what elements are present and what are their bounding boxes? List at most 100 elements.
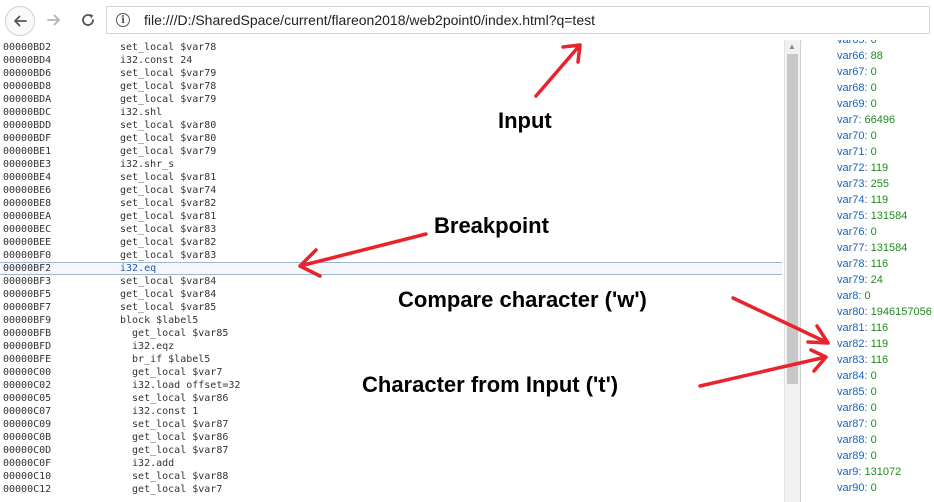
variable-name: var66: — [837, 50, 868, 62]
variable-name: var9: — [837, 466, 862, 478]
code-instruction: get_local $var87 — [120, 445, 229, 456]
code-line[interactable]: 00000C12 get_local $var7 — [0, 483, 782, 496]
code-line[interactable]: 00000C0F i32.add — [0, 457, 782, 470]
code-line[interactable]: 00000BD6 set_local $var79 — [0, 67, 782, 80]
url-text[interactable]: file:///D:/SharedSpace/current/flareon20… — [144, 12, 595, 28]
code-line[interactable]: 00000C10 set_local $var88 — [0, 470, 782, 483]
code-address[interactable]: 00000C07 — [3, 405, 51, 418]
breakpoint-line[interactable]: 00000BF2 i32.eq — [0, 262, 782, 275]
code-address[interactable]: 00000C02 — [3, 379, 51, 392]
back-button[interactable] — [5, 6, 35, 36]
code-address[interactable]: 00000BEA — [3, 210, 51, 223]
code-line[interactable]: 00000BD2 set_local $var78 — [0, 41, 782, 54]
code-line[interactable]: 00000C07 i32.const 1 — [0, 405, 782, 418]
variable-name: var72: — [837, 162, 868, 174]
code-address[interactable]: 00000BF5 — [3, 288, 51, 301]
variable-value: 255 — [870, 178, 889, 190]
code-address[interactable]: 00000BFE — [3, 353, 51, 366]
code-address[interactable]: 00000BD6 — [3, 67, 51, 80]
code-address[interactable]: 00000BDA — [3, 93, 51, 106]
code-address[interactable]: 00000BF0 — [3, 249, 51, 262]
code-address[interactable]: 00000BDC — [3, 106, 51, 119]
code-address[interactable]: 00000BF2 — [3, 263, 51, 274]
code-address[interactable]: 00000BF7 — [3, 301, 51, 314]
variable-row: var78: 116 — [837, 256, 888, 272]
forward-button[interactable] — [40, 6, 68, 34]
code-line[interactable]: 00000BF3 set_local $var84 — [0, 275, 782, 288]
code-address[interactable]: 00000C05 — [3, 392, 51, 405]
code-address[interactable]: 00000BF9 — [3, 314, 51, 327]
code-address[interactable]: 00000BD8 — [3, 80, 51, 93]
code-line[interactable]: 00000BE3 i32.shr_s — [0, 158, 782, 171]
code-line[interactable]: 00000C0B get_local $var86 — [0, 431, 782, 444]
variables-pane[interactable]: var65: 0 var66: 88 var67: 0 var68: 0 var69: … — [802, 40, 934, 502]
code-address[interactable]: 00000BE6 — [3, 184, 51, 197]
code-line[interactable]: 00000BE6 get_local $var74 — [0, 184, 782, 197]
code-line[interactable]: 00000BFB get_local $var85 — [0, 327, 782, 340]
code-address[interactable]: 00000BEE — [3, 236, 51, 249]
code-line[interactable]: 00000BE4 set_local $var81 — [0, 171, 782, 184]
variable-name: var85: — [837, 386, 868, 398]
code-address[interactable]: 00000C0B — [3, 431, 51, 444]
code-address[interactable]: 00000BDD — [3, 119, 51, 132]
code-line[interactable]: 00000BD4 i32.const 24 — [0, 54, 782, 67]
code-line[interactable]: 00000BEE get_local $var82 — [0, 236, 782, 249]
variable-row: var82: 119 — [837, 336, 888, 352]
code-address[interactable]: 00000BD4 — [3, 54, 51, 67]
code-line[interactable]: 00000BE1 get_local $var79 — [0, 145, 782, 158]
code-line[interactable]: 00000BFD i32.eqz — [0, 340, 782, 353]
code-line[interactable]: 00000C09 set_local $var87 — [0, 418, 782, 431]
code-address[interactable]: 00000BFB — [3, 327, 51, 340]
code-address[interactable]: 00000BEC — [3, 223, 51, 236]
code-address[interactable]: 00000BE4 — [3, 171, 51, 184]
scroll-up-icon[interactable]: ▲ — [788, 42, 796, 51]
code-line[interactable]: 00000BD8 get_local $var78 — [0, 80, 782, 93]
code-line[interactable]: 00000BF7 set_local $var85 — [0, 301, 782, 314]
code-scrollbar[interactable]: ▲ — [784, 40, 800, 502]
variable-value: 119 — [870, 162, 889, 174]
variable-name: var75: — [837, 210, 868, 222]
code-address[interactable]: 00000C0F — [3, 457, 51, 470]
code-line[interactable]: 00000BFE br_if $label5 — [0, 353, 782, 366]
code-address[interactable]: 00000C0D — [3, 444, 51, 457]
reload-button[interactable] — [74, 6, 102, 34]
code-address[interactable]: 00000BF3 — [3, 275, 51, 288]
code-instruction: get_local $var82 — [120, 237, 217, 248]
code-address[interactable]: 00000BDF — [3, 132, 51, 145]
code-address[interactable]: 00000BE8 — [3, 197, 51, 210]
code-line[interactable]: 00000C0D get_local $var87 — [0, 444, 782, 457]
scroll-thumb[interactable] — [787, 54, 798, 384]
code-line[interactable]: 00000BDF get_local $var80 — [0, 132, 782, 145]
address-bar[interactable]: i file:///D:/SharedSpace/current/flareon… — [106, 6, 930, 34]
code-address[interactable]: 00000BFD — [3, 340, 51, 353]
code-instruction: i32.load offset=32 — [120, 380, 241, 391]
code-line[interactable]: 00000BDD set_local $var80 — [0, 119, 782, 132]
code-instruction: set_local $var84 — [120, 276, 217, 287]
variable-name: var88: — [837, 434, 868, 446]
wasm-code-pane[interactable]: 00000BD2 set_local $var78 00000BD4 i32.cons… — [0, 40, 784, 502]
code-address[interactable]: 00000C12 — [3, 483, 51, 496]
code-address[interactable]: 00000C09 — [3, 418, 51, 431]
code-instruction: i32.const 1 — [120, 406, 199, 417]
code-line[interactable]: 00000BF5 get_local $var84 — [0, 288, 782, 301]
code-address[interactable]: 00000BD2 — [3, 41, 51, 54]
code-address[interactable]: 00000BE3 — [3, 158, 51, 171]
code-address[interactable]: 00000C00 — [3, 366, 51, 379]
variable-name: var90: — [837, 482, 868, 494]
code-line[interactable]: 00000BF0 get_local $var83 — [0, 249, 782, 262]
code-line[interactable]: 00000BF9 block $label5 — [0, 314, 782, 327]
info-icon[interactable]: i — [116, 13, 130, 27]
code-line[interactable]: 00000BEA get_local $var81 — [0, 210, 782, 223]
variable-value: 0 — [870, 386, 877, 398]
code-address[interactable]: 00000BE1 — [3, 145, 51, 158]
variable-value: 66496 — [864, 114, 896, 126]
variable-name: var82: — [837, 338, 868, 350]
code-line[interactable]: 00000BE8 set_local $var82 — [0, 197, 782, 210]
code-address[interactable]: 00000C10 — [3, 470, 51, 483]
code-line[interactable]: 00000BEC set_local $var83 — [0, 223, 782, 236]
variable-row: var84: 0 — [837, 368, 877, 384]
code-line[interactable]: 00000BDA get_local $var79 — [0, 93, 782, 106]
code-instruction: get_local $var7 — [120, 367, 223, 378]
code-line[interactable]: 00000BDC i32.shl — [0, 106, 782, 119]
pane-divider[interactable] — [800, 40, 801, 502]
